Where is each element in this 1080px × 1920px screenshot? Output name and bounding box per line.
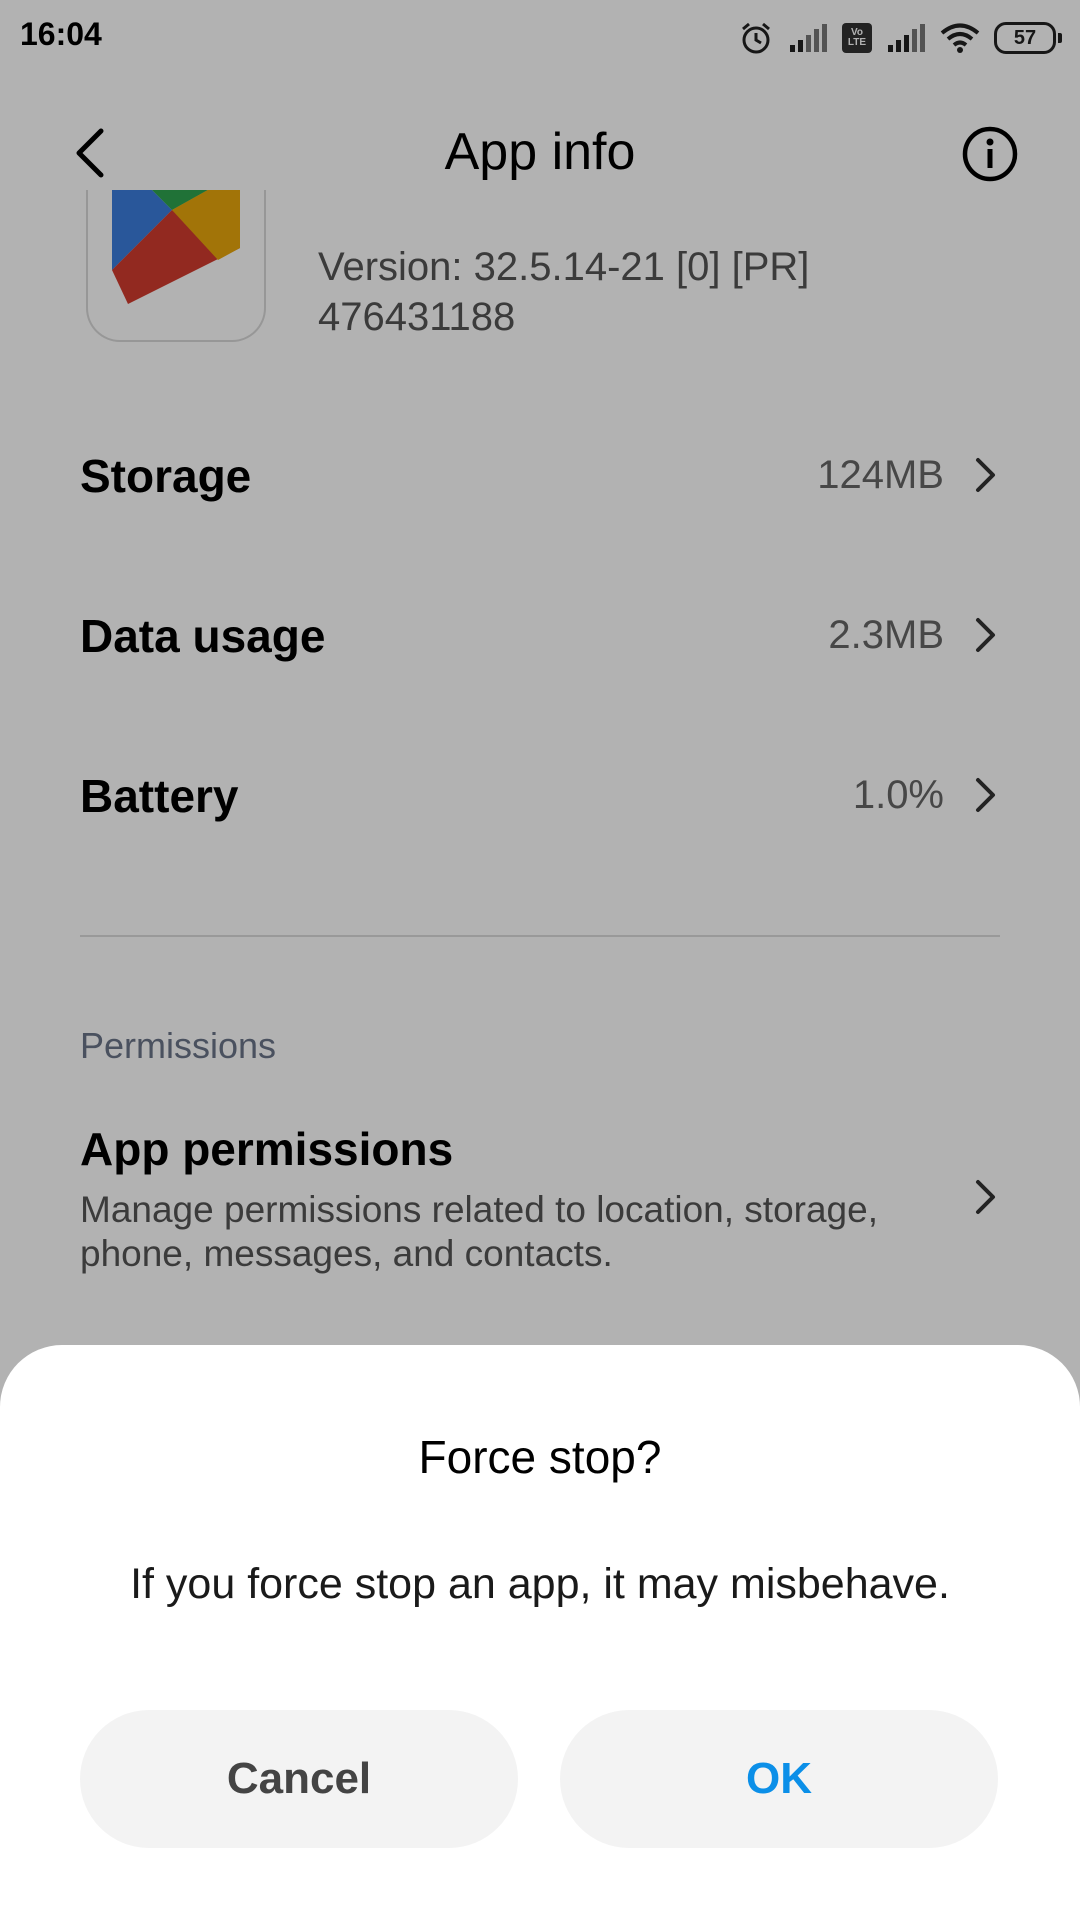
dialog-title: Force stop? [418,1431,662,1483]
dialog-message: If you force stop an app, it may misbeha… [130,1560,950,1608]
cancel-button[interactable]: Cancel [80,1710,518,1848]
force-stop-dialog: Force stop? If you force stop an app, it… [0,1345,1080,1920]
ok-button[interactable]: OK [560,1710,998,1848]
app-info-screen: 16:04 Vo LTE 57 App info Version: 32.5.1… [0,0,1080,1920]
